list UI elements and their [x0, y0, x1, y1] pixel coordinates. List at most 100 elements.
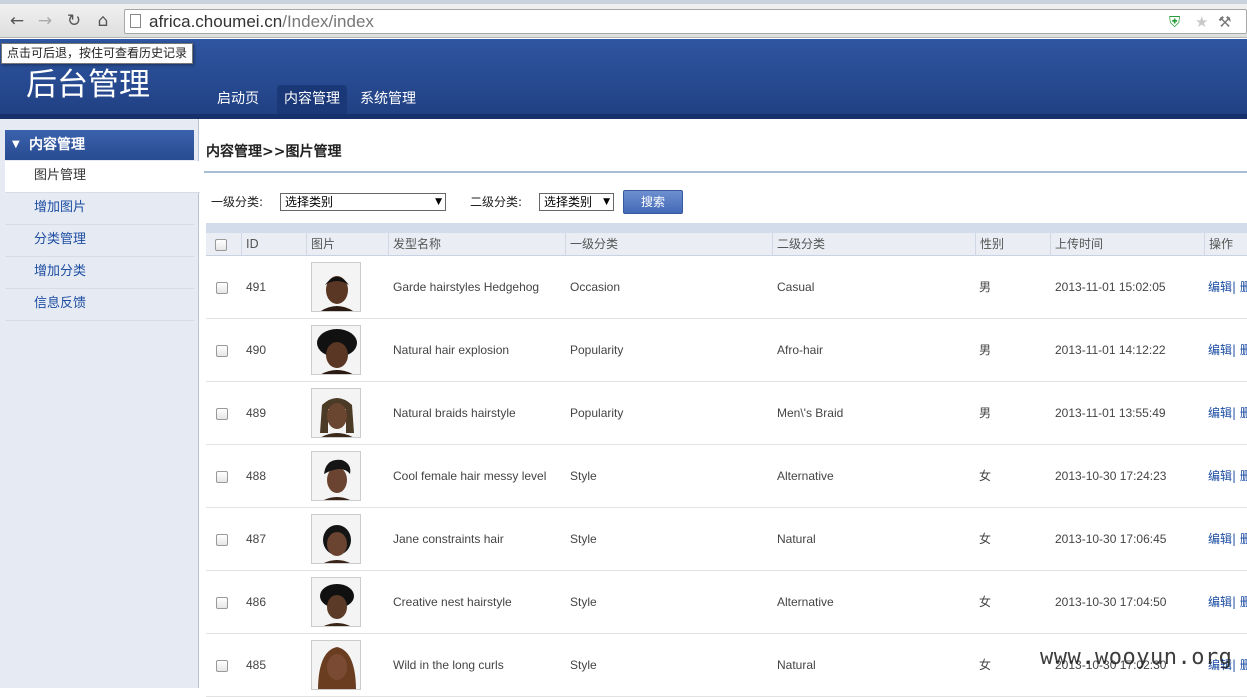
home-icon[interactable]: ⌂ — [92, 10, 114, 32]
wrench-icon[interactable]: ⚒ — [1218, 13, 1231, 31]
row-checkbox[interactable] — [216, 470, 228, 483]
row-checkbox[interactable] — [216, 596, 228, 609]
table-row: 487 Jane constraints hair Style Natural 女 201… — [206, 508, 1247, 571]
sidebar-section-header[interactable]: ▼ 内容管理 — [5, 130, 194, 160]
row-gender: 女 — [979, 469, 992, 483]
row-checkbox-cell — [216, 571, 228, 633]
hairstyle-thumbnail[interactable] — [311, 451, 361, 501]
select-all-checkbox[interactable] — [215, 238, 227, 251]
row-checkbox-cell — [216, 319, 228, 381]
sidebar-item-feedback[interactable]: 信息反馈 — [5, 289, 194, 321]
back-button-tooltip: 点击可后退，按住可查看历史记录 — [1, 43, 194, 64]
row-cat2: Alternative — [777, 595, 834, 609]
row-cat2: Natural — [777, 658, 816, 672]
row-checkbox[interactable] — [216, 533, 228, 546]
url-path: /Index/index — [282, 12, 374, 31]
row-checkbox-cell — [216, 508, 228, 570]
browser-toolbar: ← → ↻ ⌂ africa.choumei.cn/Index/index ⛨ … — [0, 0, 1247, 38]
level2-select-value: 选择类别 — [544, 195, 593, 209]
hairstyle-thumbnail[interactable] — [311, 262, 361, 312]
top-nav-item-content[interactable]: 内容管理 — [277, 85, 347, 115]
reload-icon[interactable]: ↻ — [63, 10, 85, 32]
address-bar[interactable]: africa.choumei.cn/Index/index ⛨ ★ ⚒ — [124, 9, 1247, 34]
table-row: 490 Natural hair explosion Popularity Afro-… — [206, 319, 1247, 382]
breadcrumb-divider — [204, 171, 1247, 173]
row-checkbox-cell — [216, 382, 228, 444]
row-cat2: Casual — [777, 280, 815, 294]
table-header: ID 图片 发型名称 一级分类 二级分类 性别 上传时间 操作 — [206, 233, 1247, 256]
sidebar-item-add-image[interactable]: 增加图片 — [5, 193, 194, 225]
row-edit-delete-link[interactable]: 编辑| 删 — [1208, 319, 1247, 381]
row-edit-delete-link[interactable]: 编辑| 删 — [1208, 508, 1247, 570]
row-checkbox[interactable] — [216, 407, 228, 420]
dropdown-arrow-icon: ▼ — [603, 197, 610, 207]
hairstyle-thumbnail[interactable] — [311, 325, 361, 375]
row-id: 490 — [246, 343, 267, 357]
select-all-cell — [206, 233, 241, 256]
table-row: 489 Natural braids hairstyle Popularity Men… — [206, 382, 1247, 445]
sidebar-item-category-manage[interactable]: 分类管理 — [5, 225, 194, 257]
level1-filter-label: 一级分类: — [211, 195, 264, 209]
hairstyle-thumbnail[interactable] — [311, 388, 361, 438]
row-edit-delete-link[interactable]: 编辑| 删 — [1208, 445, 1247, 507]
row-gender: 女 — [979, 658, 992, 672]
row-upload-time: 2013-11-01 14:12:22 — [1055, 343, 1166, 357]
row-upload-time: 2013-11-01 13:55:49 — [1055, 406, 1166, 420]
level2-filter-label: 二级分类: — [470, 195, 523, 209]
row-gender: 男 — [979, 406, 992, 420]
sidebar: ▼ 内容管理 图片管理 增加图片 分类管理 增加分类 信息反馈 — [0, 119, 200, 688]
row-upload-time: 2013-10-30 17:04:50 — [1055, 595, 1167, 609]
row-cat2: Natural — [777, 532, 816, 546]
url-text: africa.choumei.cn/Index/index — [149, 12, 374, 32]
row-cat1: Popularity — [570, 343, 624, 357]
tab-strip[interactable] — [0, 0, 1247, 4]
url-host: africa.choumei.cn — [149, 12, 283, 31]
bookmark-star-icon[interactable]: ★ — [1195, 13, 1208, 31]
col-header-upload-time: 上传时间 — [1050, 233, 1204, 256]
sidebar-item-image-manage[interactable]: 图片管理 — [5, 161, 200, 193]
hairstyle-thumbnail[interactable] — [311, 577, 361, 627]
row-cat2: Men\'s Braid — [777, 406, 844, 420]
row-id: 486 — [246, 595, 267, 609]
forward-arrow-icon[interactable]: → — [34, 10, 56, 32]
table-top-bar — [206, 223, 1247, 233]
row-name: Natural hair explosion — [393, 343, 510, 357]
row-name: Natural braids hairstyle — [393, 406, 516, 420]
breadcrumb: 内容管理>>图片管理 — [206, 144, 342, 160]
col-header-cat1: 一级分类 — [565, 233, 772, 256]
row-edit-delete-link[interactable]: 编辑| 删 — [1208, 571, 1247, 633]
row-id: 488 — [246, 469, 267, 483]
row-cat1: Style — [570, 658, 597, 672]
col-header-name: 发型名称 — [388, 233, 565, 256]
row-cat1: Style — [570, 532, 597, 546]
col-header-actions: 操作 — [1204, 233, 1247, 256]
row-name: Cool female hair messy level — [393, 469, 547, 483]
row-gender: 男 — [979, 343, 992, 357]
top-nav-item-system[interactable]: 系统管理 — [353, 85, 423, 115]
row-cat1: Popularity — [570, 406, 624, 420]
row-checkbox-cell — [216, 445, 228, 507]
row-edit-delete-link[interactable]: 编辑| 删 — [1208, 382, 1247, 444]
search-button[interactable]: 搜索 — [623, 190, 683, 214]
main-content: 内容管理>>图片管理 一级分类: 选择类别 ▼ 二级分类: 选择类别 ▼ 搜索 … — [200, 119, 1247, 697]
row-upload-time: 2013-11-01 15:02:05 — [1055, 280, 1166, 294]
col-header-id[interactable]: ID — [241, 233, 306, 256]
sidebar-item-add-category[interactable]: 增加分类 — [5, 257, 194, 289]
row-checkbox-cell — [216, 634, 228, 696]
row-cat2: Afro-hair — [777, 343, 824, 357]
row-checkbox[interactable] — [216, 344, 228, 357]
row-checkbox[interactable] — [216, 281, 228, 294]
top-nav-item-launch[interactable]: 启动页 — [210, 85, 266, 115]
row-checkbox[interactable] — [216, 659, 228, 672]
hairstyle-thumbnail[interactable] — [311, 514, 361, 564]
hairstyle-thumbnail[interactable] — [311, 640, 361, 690]
row-gender: 女 — [979, 595, 992, 609]
shield-icon[interactable]: ⛨ — [1169, 13, 1180, 31]
col-header-image: 图片 — [306, 233, 388, 256]
level1-category-select[interactable]: 选择类别 ▼ — [280, 193, 446, 211]
row-edit-delete-link[interactable]: 编辑| 删 — [1208, 256, 1247, 318]
level2-category-select[interactable]: 选择类别 ▼ — [539, 193, 614, 211]
back-arrow-icon[interactable]: ← — [6, 10, 28, 32]
row-id: 487 — [246, 532, 267, 546]
row-checkbox-cell — [216, 256, 228, 318]
